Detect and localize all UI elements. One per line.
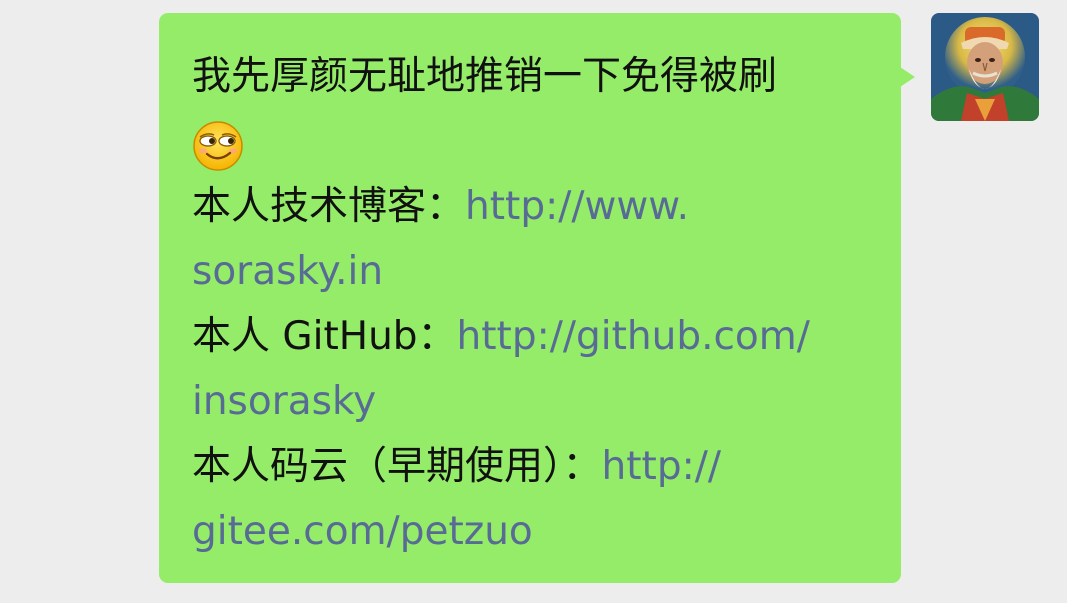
smirk-emoji-icon xyxy=(193,120,243,171)
message-line-github-cont: insorasky xyxy=(192,369,871,434)
message-line-github: 本人 GitHub：http://github.com/ xyxy=(192,304,871,369)
github-link[interactable]: http://github.com/ xyxy=(457,314,810,359)
blog-label: 本人技术博客： xyxy=(192,184,466,229)
chat-message-row: 我先厚颜无耻地推销一下免得被刷 本人技术博客：http://www. soras… xyxy=(0,0,1067,603)
bubble-tail xyxy=(900,67,915,87)
gitee-link-continued[interactable]: gitee.com/petzuo xyxy=(192,509,533,554)
message-line-gitee: 本人码云（早期使用）：http:// xyxy=(192,434,871,499)
message-line-1: 我先厚颜无耻地推销一下免得被刷 xyxy=(192,44,871,109)
avatar-portrait xyxy=(931,13,1039,121)
gitee-label: 本人码云（早期使用）： xyxy=(192,444,602,489)
message-bubble[interactable]: 我先厚颜无耻地推销一下免得被刷 本人技术博客：http://www. soras… xyxy=(159,13,915,583)
message-text-intro: 我先厚颜无耻地推销一下免得被刷 xyxy=(192,54,778,99)
message-line-gitee-cont: gitee.com/petzuo xyxy=(192,499,871,564)
gitee-link[interactable]: http:// xyxy=(602,444,721,489)
message-line-blog: 本人技术博客：http://www. xyxy=(192,174,871,239)
github-label: 本人 GitHub： xyxy=(192,314,457,359)
github-link-continued[interactable]: insorasky xyxy=(192,379,376,424)
blog-link[interactable]: http://www. xyxy=(465,184,689,229)
message-line-emoji xyxy=(192,109,871,174)
blog-link-continued[interactable]: sorasky.in xyxy=(192,249,383,294)
message-line-blog-cont: sorasky.in xyxy=(192,239,871,304)
user-avatar-icon[interactable] xyxy=(931,13,1039,121)
